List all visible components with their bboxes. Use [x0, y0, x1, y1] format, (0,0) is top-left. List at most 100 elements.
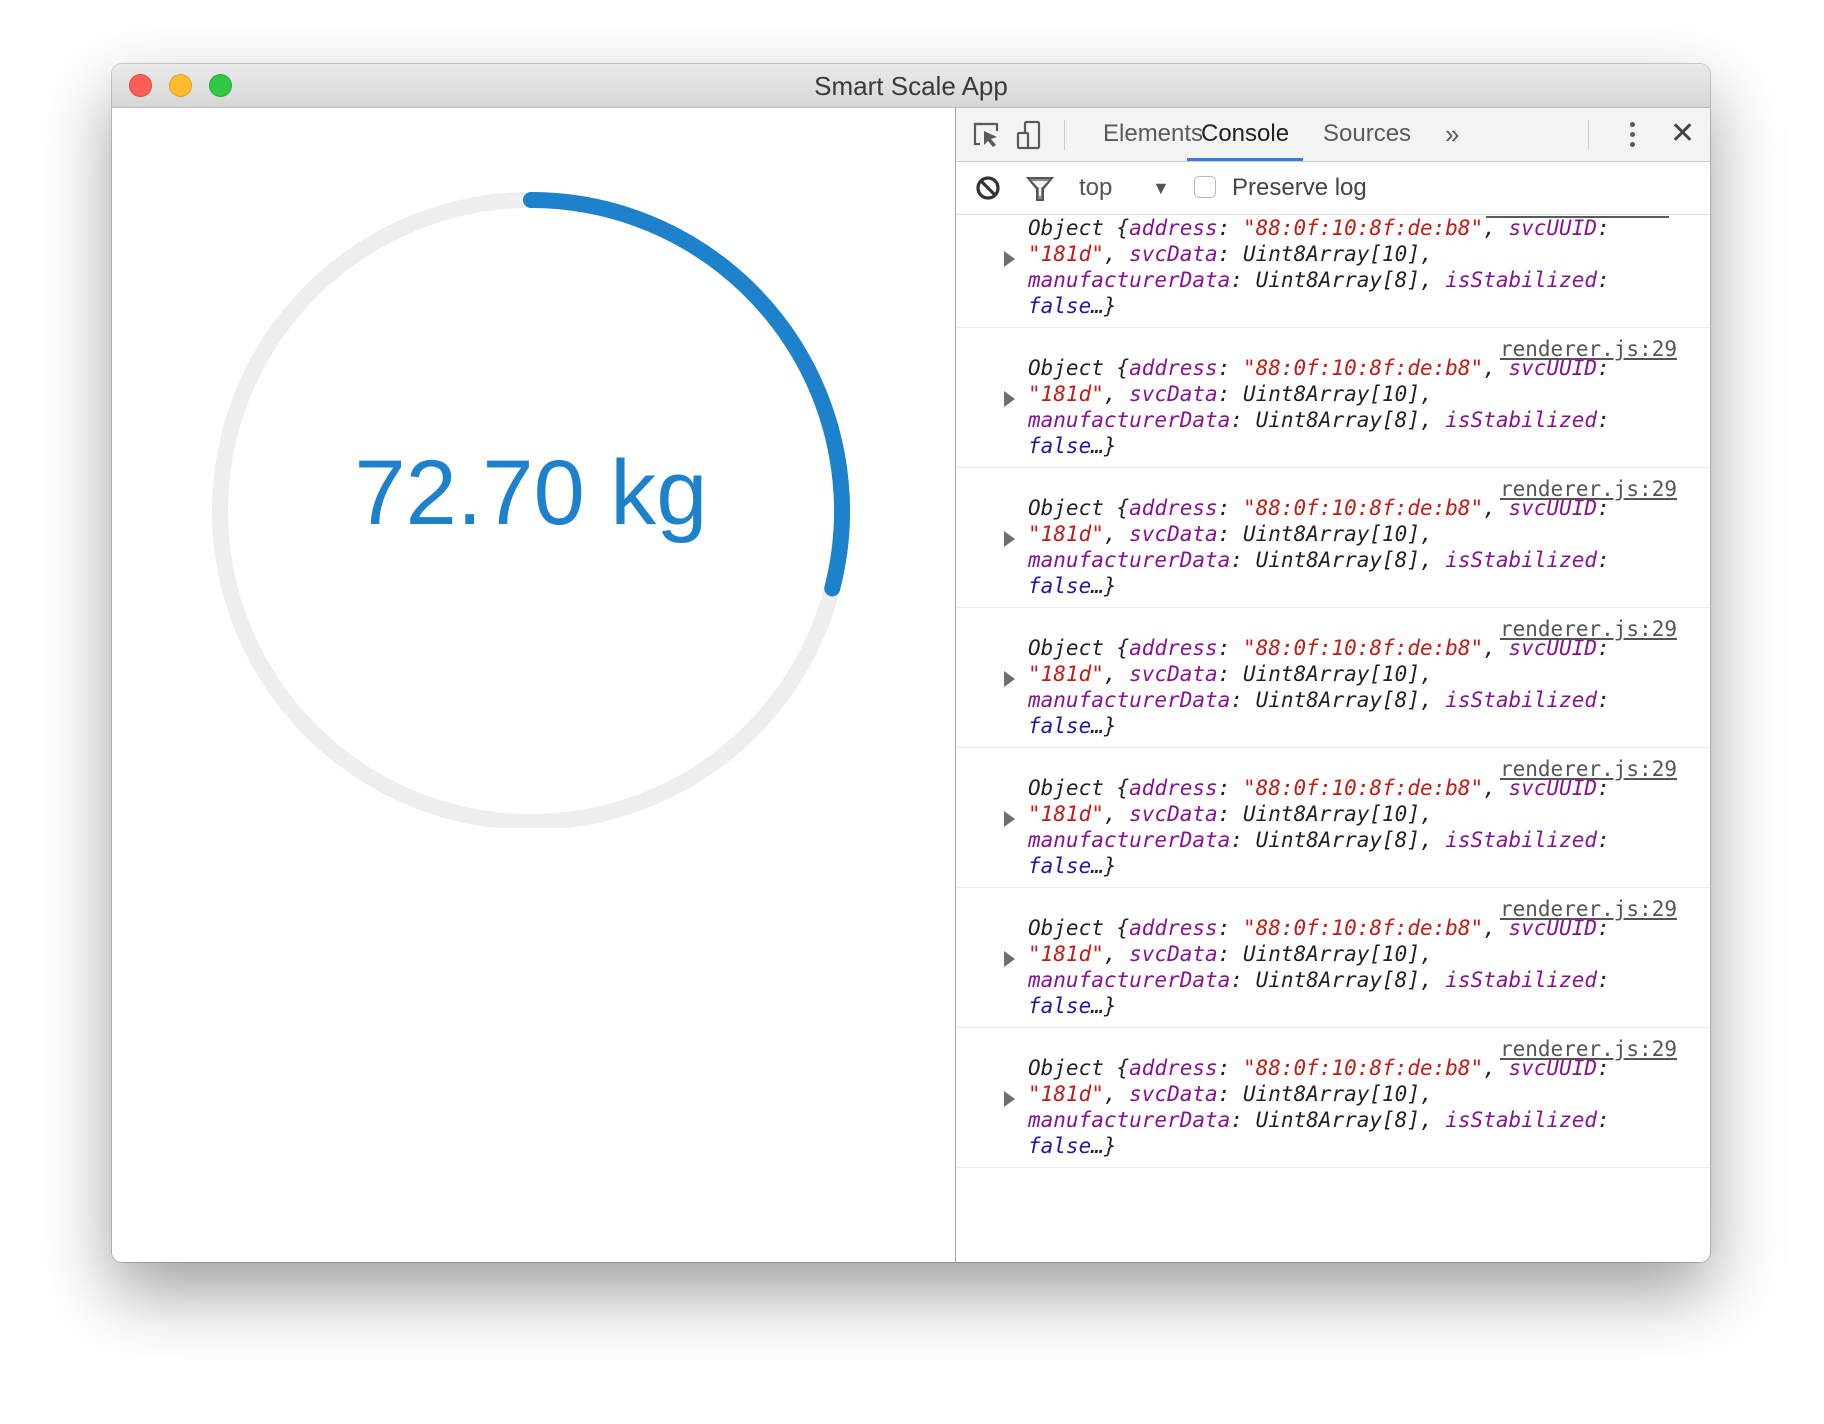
app-window: Smart Scale App 72.70 kg Elements Consol…	[112, 64, 1710, 1262]
key-address: address	[1129, 216, 1218, 240]
key-isstabilized: isStabilized	[1445, 408, 1597, 432]
key-svcdata: svcData	[1129, 242, 1218, 266]
value-manufacturerdata: Uint8Array[8]	[1255, 268, 1420, 292]
key-svcuuid: svcUUID	[1508, 216, 1597, 240]
object-prefix: Object {	[1028, 356, 1130, 380]
object-preview[interactable]: Object {address: "88:0f:10:8f:de:b8", sv…	[1028, 355, 1690, 459]
console-messages[interactable]: Object {address: "88:0f:10:8f:de:b8", sv…	[956, 215, 1710, 1262]
close-devtools-icon[interactable]: ✕	[1670, 119, 1695, 149]
key-svcdata: svcData	[1129, 662, 1218, 686]
value-isstabilized: false	[1028, 854, 1092, 878]
key-address: address	[1129, 496, 1218, 520]
key-manufacturerdata: manufacturerData	[1028, 1108, 1231, 1132]
key-manufacturerdata: manufacturerData	[1028, 828, 1231, 852]
console-entry[interactable]: renderer.js:29 Object {address: "88:0f:10…	[956, 748, 1710, 888]
kebab-menu-icon[interactable]	[1630, 122, 1636, 152]
key-isstabilized: isStabilized	[1445, 268, 1597, 292]
expand-triangle-icon[interactable]	[1004, 811, 1015, 827]
chevron-down-icon[interactable]: ▼	[1152, 162, 1170, 214]
key-manufacturerdata: manufacturerData	[1028, 268, 1231, 292]
value-svcuuid: "181d"	[1028, 802, 1104, 826]
key-address: address	[1129, 636, 1218, 660]
object-suffix: …}	[1091, 434, 1117, 458]
key-svcuuid: svcUUID	[1508, 356, 1597, 380]
object-prefix: Object {	[1028, 636, 1130, 660]
expand-triangle-icon[interactable]	[1004, 1091, 1015, 1107]
device-toolbar-icon[interactable]	[1014, 120, 1044, 150]
key-manufacturerdata: manufacturerData	[1028, 548, 1231, 572]
value-address: "88:0f:10:8f:de:b8"	[1242, 356, 1484, 380]
devtools-tab-bar: Elements Console Sources » ✕	[956, 108, 1710, 162]
object-suffix: …}	[1091, 994, 1117, 1018]
console-entry[interactable]: renderer.js:29 Object {address: "88:0f:10…	[956, 888, 1710, 1028]
toolbar-divider	[1064, 120, 1065, 150]
value-address: "88:0f:10:8f:de:b8"	[1242, 1056, 1484, 1080]
key-svcdata: svcData	[1129, 1082, 1218, 1106]
key-address: address	[1129, 356, 1218, 380]
window-title: Smart Scale App	[814, 71, 1008, 101]
value-address: "88:0f:10:8f:de:b8"	[1242, 496, 1484, 520]
object-preview[interactable]: Object {address: "88:0f:10:8f:de:b8", sv…	[1028, 915, 1690, 1019]
value-svcuuid: "181d"	[1028, 242, 1104, 266]
object-preview[interactable]: Object {address: "88:0f:10:8f:de:b8", sv…	[1028, 1055, 1690, 1159]
key-svcuuid: svcUUID	[1508, 496, 1597, 520]
value-svcdata: Uint8Array[10]	[1242, 382, 1420, 406]
context-selector[interactable]: top	[1079, 162, 1112, 214]
more-tabs-button[interactable]: »	[1445, 108, 1459, 161]
value-address: "88:0f:10:8f:de:b8"	[1242, 216, 1484, 240]
object-prefix: Object {	[1028, 496, 1130, 520]
value-svcdata: Uint8Array[10]	[1242, 662, 1420, 686]
value-svcuuid: "181d"	[1028, 522, 1104, 546]
key-svcdata: svcData	[1129, 522, 1218, 546]
value-manufacturerdata: Uint8Array[8]	[1255, 968, 1420, 992]
object-prefix: Object {	[1028, 776, 1130, 800]
key-svcuuid: svcUUID	[1508, 776, 1597, 800]
preserve-log-checkbox[interactable]	[1194, 176, 1216, 198]
object-preview[interactable]: Object {address: "88:0f:10:8f:de:b8", sv…	[1028, 215, 1690, 319]
toolbar-divider	[1588, 120, 1589, 150]
console-entry[interactable]: renderer.js:29 Object {address: "88:0f:10…	[956, 328, 1710, 468]
value-isstabilized: false	[1028, 994, 1092, 1018]
object-preview[interactable]: Object {address: "88:0f:10:8f:de:b8", sv…	[1028, 635, 1690, 739]
key-svcuuid: svcUUID	[1508, 1056, 1597, 1080]
object-suffix: …}	[1091, 294, 1117, 318]
object-suffix: …}	[1091, 714, 1117, 738]
inspect-element-icon[interactable]	[971, 120, 1001, 150]
devtools-panel: Elements Console Sources » ✕ top ▼ Prese…	[955, 108, 1710, 1262]
filter-icon[interactable]	[1026, 175, 1054, 203]
value-svcdata: Uint8Array[10]	[1242, 802, 1420, 826]
value-svcdata: Uint8Array[10]	[1242, 242, 1420, 266]
console-entry[interactable]: Object {address: "88:0f:10:8f:de:b8", sv…	[956, 215, 1710, 328]
value-manufacturerdata: Uint8Array[8]	[1255, 688, 1420, 712]
expand-triangle-icon[interactable]	[1004, 531, 1015, 547]
object-preview[interactable]: Object {address: "88:0f:10:8f:de:b8", sv…	[1028, 495, 1690, 599]
key-isstabilized: isStabilized	[1445, 548, 1597, 572]
weight-readout: 72.70 kg	[354, 442, 708, 544]
object-preview[interactable]: Object {address: "88:0f:10:8f:de:b8", sv…	[1028, 775, 1690, 879]
value-svcuuid: "181d"	[1028, 1082, 1104, 1106]
value-address: "88:0f:10:8f:de:b8"	[1242, 776, 1484, 800]
object-suffix: …}	[1091, 1134, 1117, 1158]
key-address: address	[1129, 1056, 1218, 1080]
preserve-log-label[interactable]: Preserve log	[1232, 162, 1367, 214]
tab-sources[interactable]: Sources	[1309, 108, 1425, 161]
key-address: address	[1129, 776, 1218, 800]
console-entry[interactable]: renderer.js:29 Object {address: "88:0f:10…	[956, 1028, 1710, 1168]
expand-triangle-icon[interactable]	[1004, 251, 1015, 267]
key-isstabilized: isStabilized	[1445, 1108, 1597, 1132]
value-svcdata: Uint8Array[10]	[1242, 522, 1420, 546]
tab-console[interactable]: Console	[1187, 108, 1304, 161]
title-bar[interactable]: Smart Scale App	[112, 64, 1710, 108]
clear-console-icon[interactable]	[975, 175, 1001, 201]
console-entry[interactable]: renderer.js:29 Object {address: "88:0f:10…	[956, 608, 1710, 748]
expand-triangle-icon[interactable]	[1004, 951, 1015, 967]
expand-triangle-icon[interactable]	[1004, 671, 1015, 687]
console-filter-bar: top ▼ Preserve log	[956, 162, 1710, 215]
value-svcdata: Uint8Array[10]	[1242, 1082, 1420, 1106]
key-address: address	[1129, 916, 1218, 940]
key-manufacturerdata: manufacturerData	[1028, 688, 1231, 712]
value-manufacturerdata: Uint8Array[8]	[1255, 1108, 1420, 1132]
console-entry[interactable]: renderer.js:29 Object {address: "88:0f:10…	[956, 468, 1710, 608]
object-suffix: …}	[1091, 574, 1117, 598]
expand-triangle-icon[interactable]	[1004, 391, 1015, 407]
